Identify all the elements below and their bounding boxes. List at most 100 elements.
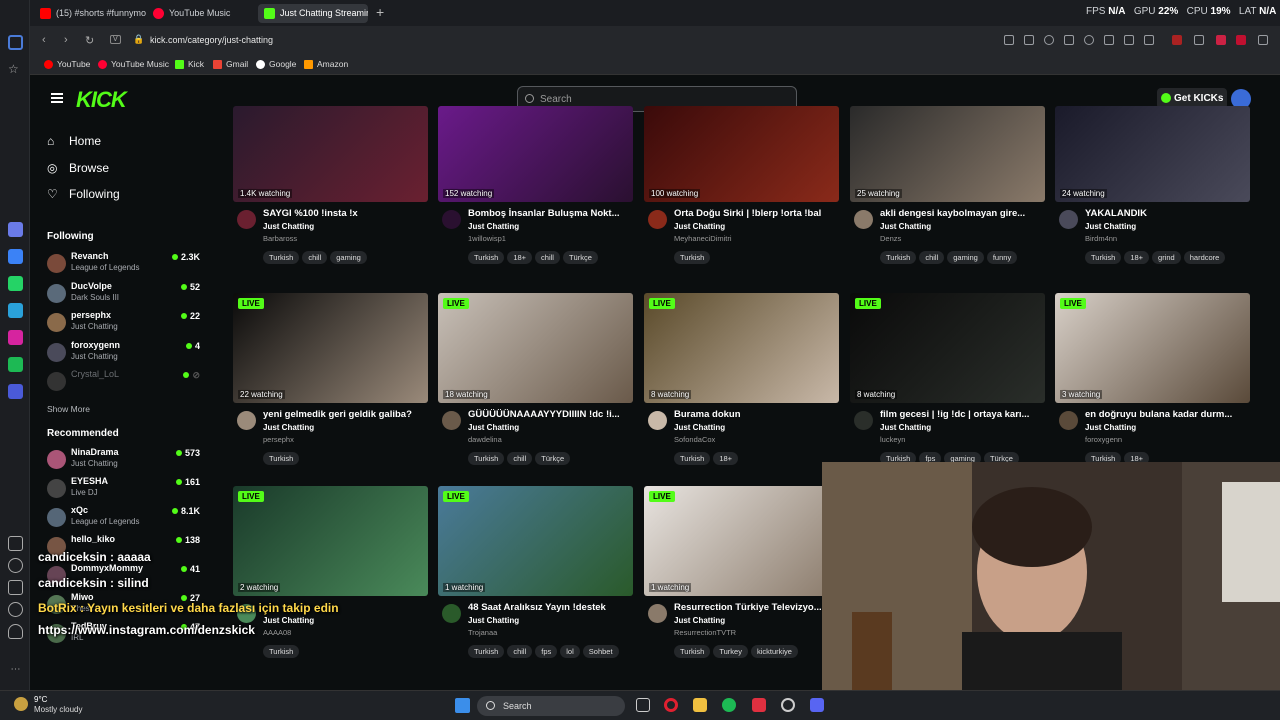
tag-chip[interactable]: 18+ <box>507 251 533 264</box>
extension-icon[interactable] <box>1194 35 1204 45</box>
stream-thumbnail[interactable]: LIVE 1 watching <box>644 486 839 596</box>
vpn-badge[interactable]: V <box>110 35 121 44</box>
streamer-avatar[interactable] <box>237 210 256 229</box>
stream-title[interactable]: Bomboş İnsanlar Buluşma Nokt... <box>468 208 633 219</box>
opera-icon[interactable] <box>664 698 678 712</box>
tag-chip[interactable]: Türkçe <box>562 251 598 264</box>
player-icon[interactable] <box>8 384 23 399</box>
back-icon[interactable]: ‹ <box>42 34 46 46</box>
tab-kick[interactable]: Just Chatting Streaming - <box>258 4 368 23</box>
stream-title[interactable]: Resurrection Türkiye Televizyo... <box>674 602 839 613</box>
messenger-icon[interactable] <box>8 249 23 264</box>
tab-youtube-music[interactable]: YouTube Music <box>147 4 255 23</box>
play-icon[interactable] <box>1064 35 1074 45</box>
tag-chip[interactable]: 18+ <box>1124 251 1150 264</box>
stream-thumbnail[interactable]: 24 watching <box>1055 106 1250 202</box>
forward-icon[interactable]: › <box>64 34 68 46</box>
stream-thumbnail[interactable]: LIVE 8 watching <box>644 293 839 403</box>
stream-title[interactable]: yeni gelmedik geri geldik galiba? <box>263 409 428 420</box>
nav-browse[interactable]: ◎ Browse <box>47 161 109 175</box>
bookmark-google[interactable]: Google <box>256 59 296 69</box>
tag-chip[interactable]: funny <box>986 251 1018 264</box>
tag-chip[interactable]: Turkey <box>713 645 748 658</box>
shield-icon[interactable] <box>1044 35 1054 45</box>
tag-chip[interactable]: chill <box>919 251 945 264</box>
streamer-name[interactable]: luckeyn <box>880 435 905 444</box>
file-explorer-icon[interactable] <box>693 698 707 712</box>
extension-icon[interactable] <box>1172 35 1182 45</box>
instagram-icon[interactable] <box>8 330 23 345</box>
tag-chip[interactable]: Turkish <box>468 645 505 658</box>
task-view-icon[interactable] <box>636 698 650 712</box>
extension-icon[interactable] <box>1258 35 1268 45</box>
stream-title[interactable]: Burama dokun <box>674 409 839 420</box>
stream-category[interactable]: Just Chatting <box>1085 423 1136 432</box>
tag-chip[interactable]: gaming <box>947 251 984 264</box>
bookmark-youtube-music[interactable]: YouTube Music <box>98 59 169 69</box>
settings-icon[interactable] <box>781 698 795 712</box>
settings-icon[interactable] <box>8 602 23 617</box>
camera-icon[interactable] <box>1024 35 1034 45</box>
tag-chip[interactable]: Türkçe <box>535 452 571 465</box>
edit-icon[interactable] <box>1004 35 1014 45</box>
box-icon[interactable] <box>8 580 23 595</box>
taskbar-search[interactable]: Search <box>477 696 625 716</box>
star-icon[interactable]: ☆ <box>8 62 23 77</box>
show-more-button[interactable]: Show More <box>47 404 90 414</box>
heart-icon[interactable] <box>1084 35 1094 45</box>
streamer-avatar[interactable] <box>237 411 256 430</box>
bookmark-kick[interactable]: Kick <box>175 59 204 69</box>
tag-chip[interactable]: chill <box>507 452 533 465</box>
sidebar-channel[interactable]: EYESHA Live DJ 161 <box>45 476 200 502</box>
stream-title[interactable]: Orta Doğu Sirki | !blerp !orta !bal <box>674 208 839 219</box>
stream-category[interactable]: Just Chatting <box>880 222 931 231</box>
sidebar-channel[interactable]: foroxygenn Just Chatting 4 <box>45 340 200 366</box>
stream-category[interactable]: Just Chatting <box>880 423 931 432</box>
stream-category[interactable]: Just Chatting <box>674 222 725 231</box>
tag-chip[interactable]: kickturkiye <box>750 645 798 658</box>
sidebar-channel[interactable]: Revanch League of Legends 2.3K <box>45 251 200 277</box>
menu-icon[interactable] <box>1124 35 1134 45</box>
tag-chip[interactable]: Turkish <box>1085 251 1122 264</box>
app-icon[interactable] <box>752 698 766 712</box>
heart-icon[interactable] <box>8 536 23 551</box>
sidebar-channel[interactable]: xQc League of Legends 8.1K <box>45 505 200 531</box>
streamer-avatar[interactable] <box>442 604 461 623</box>
stream-title[interactable]: GÜÜÜÜÜNAAAAYYYDIIIIN !dc !i... <box>468 409 633 420</box>
streamer-avatar[interactable] <box>442 210 461 229</box>
more-icon[interactable]: ⋯ <box>8 664 23 679</box>
stream-category[interactable]: Just Chatting <box>1085 222 1136 231</box>
ai-icon[interactable] <box>8 222 23 237</box>
streamer-avatar[interactable] <box>648 411 667 430</box>
streamer-name[interactable]: Barbaross <box>263 234 297 243</box>
streamer-name[interactable]: persephx <box>263 435 294 444</box>
tag-chip[interactable]: chill <box>302 251 328 264</box>
streamer-avatar[interactable] <box>854 210 873 229</box>
tag-chip[interactable]: grind <box>1152 251 1181 264</box>
stream-category[interactable]: Just Chatting <box>263 222 314 231</box>
streamer-name[interactable]: 1willowisp1 <box>468 234 506 243</box>
streamer-avatar[interactable] <box>1059 210 1078 229</box>
sidebar-channel[interactable]: Crystal_LoL ⊘ <box>45 369 200 395</box>
streamer-name[interactable]: dawdelina <box>468 435 502 444</box>
tag-chip[interactable]: chill <box>507 645 533 658</box>
stream-category[interactable]: Just Chatting <box>468 616 519 625</box>
stream-thumbnail[interactable]: 1.4K watching <box>233 106 428 202</box>
wallet-icon[interactable] <box>1144 35 1154 45</box>
streamer-avatar[interactable] <box>648 210 667 229</box>
discord-icon[interactable] <box>810 698 824 712</box>
tag-chip[interactable]: 18+ <box>713 452 739 465</box>
nav-following[interactable]: ♡ Following <box>47 187 120 201</box>
stream-thumbnail[interactable]: 100 watching <box>644 106 839 202</box>
tag-chip[interactable]: Turkish <box>674 645 711 658</box>
bookmark-amazon[interactable]: Amazon <box>304 59 348 69</box>
opera-home-icon[interactable] <box>8 35 23 50</box>
streamer-name[interactable]: Trojanaa <box>468 628 497 637</box>
tag-chip[interactable]: lol <box>560 645 580 658</box>
stream-thumbnail[interactable]: LIVE 8 watching <box>850 293 1045 403</box>
stream-title[interactable]: en doğruyu bulana kadar durm... <box>1085 409 1250 420</box>
tag-chip[interactable]: Turkish <box>263 452 300 465</box>
tag-chip[interactable]: gaming <box>330 251 367 264</box>
streamer-name[interactable]: MeyhaneciDimitri <box>674 234 732 243</box>
streamer-name[interactable]: SofondaCox <box>674 435 715 444</box>
